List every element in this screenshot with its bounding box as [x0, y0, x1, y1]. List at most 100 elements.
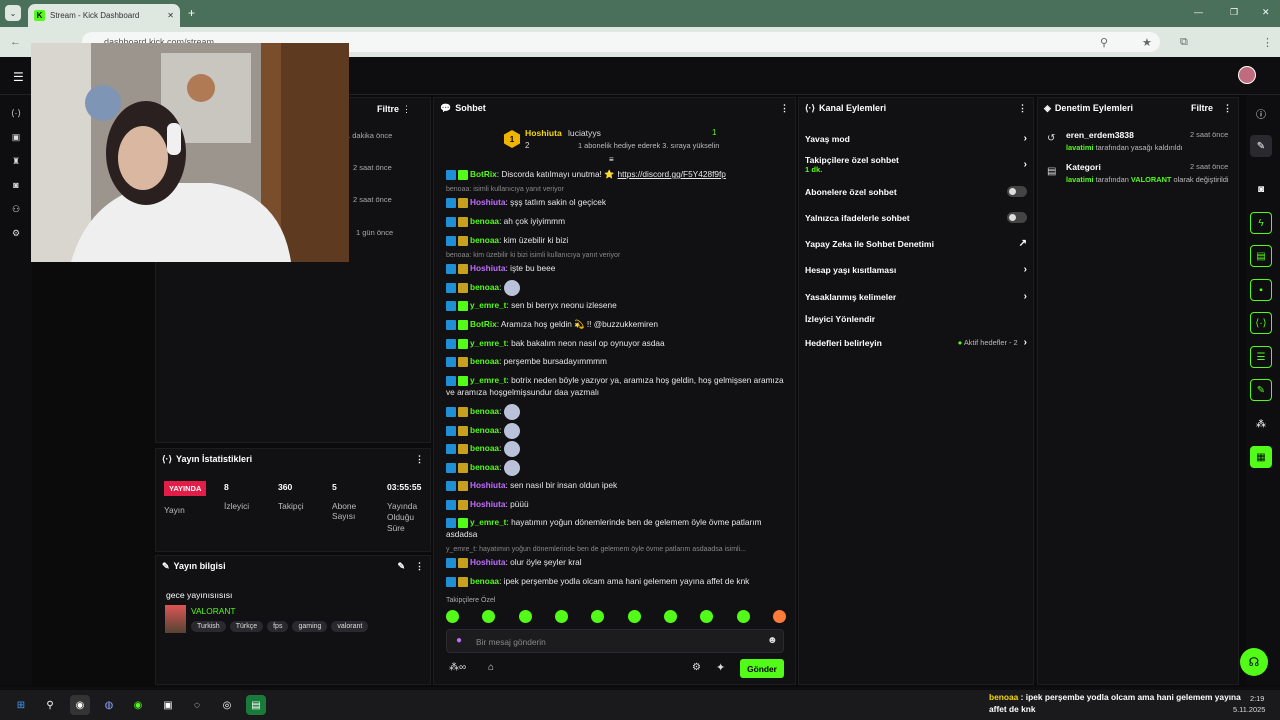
gift-icon[interactable]: ✦	[716, 661, 725, 674]
chat-message[interactable]: Hoshiuta: sen nasıl bir insan oldun ipek	[446, 479, 791, 491]
chat-message[interactable]: benoaa:	[446, 441, 791, 457]
emote-icon[interactable]	[736, 610, 750, 623]
tag[interactable]: fps	[267, 621, 289, 632]
emote-icon[interactable]	[554, 610, 568, 623]
chat-username[interactable]: y_emre_t	[470, 517, 506, 527]
emote-icon[interactable]	[627, 610, 641, 623]
channel-action-row[interactable]: İzleyici Yönlendir	[805, 314, 1027, 324]
chrome-icon[interactable]: ◉	[70, 695, 90, 715]
tag[interactable]: Türkçe	[229, 621, 264, 632]
emote-icon[interactable]	[482, 610, 496, 623]
chat-username[interactable]: benoaa	[470, 425, 499, 435]
mod-actor[interactable]: lavatimi	[1066, 143, 1094, 152]
mod-category[interactable]: VALORANT	[1131, 175, 1172, 184]
chat-message[interactable]: benoaa: kim üzebilir ki bizi	[446, 234, 791, 246]
chat-bubble-icon[interactable]: ▪	[1250, 279, 1272, 301]
emote-icon[interactable]	[518, 610, 532, 623]
channel-action-row[interactable]: Yalnızca ifadelerle sohbet	[805, 212, 1027, 223]
chat-message[interactable]: Hoshiuta: şşş tatlım sakin ol geçicek	[446, 196, 791, 208]
chat-message[interactable]: Hoshiuta: işte bu beee	[446, 262, 791, 274]
chat-username[interactable]: y_emre_t	[470, 338, 506, 348]
windows-start-icon[interactable]: ⊞	[11, 695, 31, 715]
moderation-filter-button[interactable]: Filtre	[1191, 103, 1213, 114]
emote-icon[interactable]	[446, 610, 459, 623]
chat-message[interactable]: benoaa:	[446, 423, 791, 439]
chat-username[interactable]: Hoshiuta	[470, 197, 506, 207]
user-avatar[interactable]	[1238, 66, 1256, 84]
top-gifter-name[interactable]: Hoshiuta	[525, 128, 562, 138]
maximize-button[interactable]: ❐	[1230, 7, 1238, 18]
emote-icon[interactable]	[663, 610, 677, 623]
support-icon[interactable]: ☊	[1240, 648, 1268, 676]
chat-message[interactable]: benoaa:	[446, 280, 791, 296]
chat-message[interactable]: y_emre_t: sen bi berryx neonu izlesene	[446, 299, 791, 311]
channel-action-row[interactable]: Takipçilere özel sohbet 1 dk. ›	[805, 155, 1027, 174]
hamburger-menu-icon[interactable]: ☰	[13, 70, 24, 84]
mod-actor[interactable]: lavatimi	[1066, 175, 1094, 184]
settings-gear-icon[interactable]: ⚙	[692, 662, 701, 673]
zoom-icon[interactable]: ⚲	[1100, 36, 1108, 49]
camera-icon[interactable]: ◙	[1250, 178, 1272, 200]
channel-action-row[interactable]: Hesap yaşı kısıtlaması ›	[805, 264, 1027, 275]
emote-icon[interactable]	[591, 610, 605, 623]
close-window-button[interactable]: ✕	[1262, 7, 1270, 18]
kick-studio-icon[interactable]: ▤	[246, 695, 266, 715]
chat-message[interactable]: y_emre_t: botrix neden böyle yazıyor ya,…	[446, 374, 791, 398]
lightning-icon[interactable]: ϟ	[1250, 212, 1272, 234]
chat-message[interactable]: benoaa: ipek perşembe yodla olcam ama ha…	[446, 575, 791, 587]
chat-username[interactable]: benoaa	[470, 406, 499, 416]
discord-icon[interactable]: ◍	[99, 695, 119, 715]
edit-icon[interactable]: ✎	[397, 561, 405, 572]
tab-search-button[interactable]: ⌄	[5, 5, 21, 21]
stats-more-icon[interactable]: ⋮	[415, 454, 424, 465]
dashboard-icon[interactable]: ▣	[10, 132, 22, 144]
chat-username[interactable]: Hoshiuta	[470, 263, 506, 273]
channel-action-row[interactable]: Hedefleri belirleyin ● Aktif hedefler - 2…	[805, 337, 1027, 348]
info-icon[interactable]: ⓘ	[1250, 102, 1272, 124]
chat-username[interactable]: benoaa	[470, 235, 499, 245]
wrench-icon[interactable]: ✎	[1250, 379, 1272, 401]
users-icon[interactable]: ⚇	[10, 204, 22, 216]
chat-username[interactable]: benoaa	[470, 576, 499, 586]
chat-message[interactable]: Hoshiuta: olur öyle şeyler kral	[446, 556, 791, 568]
pencil-icon[interactable]: ✎	[1250, 135, 1272, 157]
chat-username[interactable]: benoaa	[470, 356, 499, 366]
store-icon[interactable]: ⌂	[488, 662, 494, 673]
chat-username[interactable]: benoaa	[470, 216, 499, 226]
toggle-switch[interactable]	[1007, 212, 1027, 223]
points-icon[interactable]: ⁂∞	[449, 662, 466, 673]
chat-username[interactable]: benoaa	[470, 282, 499, 292]
send-button[interactable]: Gönder	[740, 659, 784, 678]
close-tab-icon[interactable]: ✕	[167, 11, 174, 20]
back-icon[interactable]: ←	[10, 36, 21, 48]
layout-icon[interactable]: ☰	[1250, 346, 1272, 368]
emote-icon[interactable]	[772, 610, 786, 623]
channel-action-row[interactable]: Yasaklanmış kelimeler ›	[805, 291, 1027, 302]
chat-message[interactable]: Hoshiuta: püüü	[446, 498, 791, 510]
category-link[interactable]: VALORANT	[191, 606, 236, 616]
channel-action-row[interactable]: Abonelere özel sohbet	[805, 186, 1027, 197]
spotify-icon[interactable]: ◉	[128, 695, 148, 715]
chat-username[interactable]: Hoshiuta	[470, 557, 506, 567]
chat-message[interactable]: benoaa:	[446, 404, 791, 420]
toggle-switch[interactable]	[1007, 186, 1027, 197]
chat-more-icon[interactable]: ⋮	[780, 103, 789, 114]
chat-message[interactable]: y_emre_t: bak bakalım neon nasıl op oynu…	[446, 337, 791, 349]
channel-action-row[interactable]: Yavaş mod ›	[805, 133, 1027, 144]
chat-message[interactable]: benoaa: ah çok iyiyimmm	[446, 215, 791, 227]
emoji-icon[interactable]: ☻	[767, 635, 778, 646]
settings-icon[interactable]: ⚙	[10, 228, 22, 240]
gift-user-name[interactable]: luciatyys	[568, 128, 601, 138]
channel-actions-more-icon[interactable]: ⋮	[1018, 103, 1027, 114]
nodes-icon[interactable]: ⁂	[1250, 413, 1272, 435]
camera-icon[interactable]: ◙	[10, 180, 22, 192]
chat-username[interactable]: BotRix	[470, 319, 497, 329]
minimize-button[interactable]: —	[1194, 7, 1203, 17]
new-tab-button[interactable]: +	[188, 6, 195, 20]
chat-username[interactable]: Hoshiuta	[470, 480, 506, 490]
chat-link[interactable]: https://discord.gg/F5Y428f9fp	[618, 169, 726, 179]
channel-action-row[interactable]: Yapay Zeka ile Sohbet Denetimi ↗	[805, 238, 1027, 249]
emote-icon[interactable]	[700, 610, 714, 623]
valorant-icon[interactable]: ◎	[217, 695, 237, 715]
collapse-icon[interactable]: ≡	[609, 155, 614, 164]
